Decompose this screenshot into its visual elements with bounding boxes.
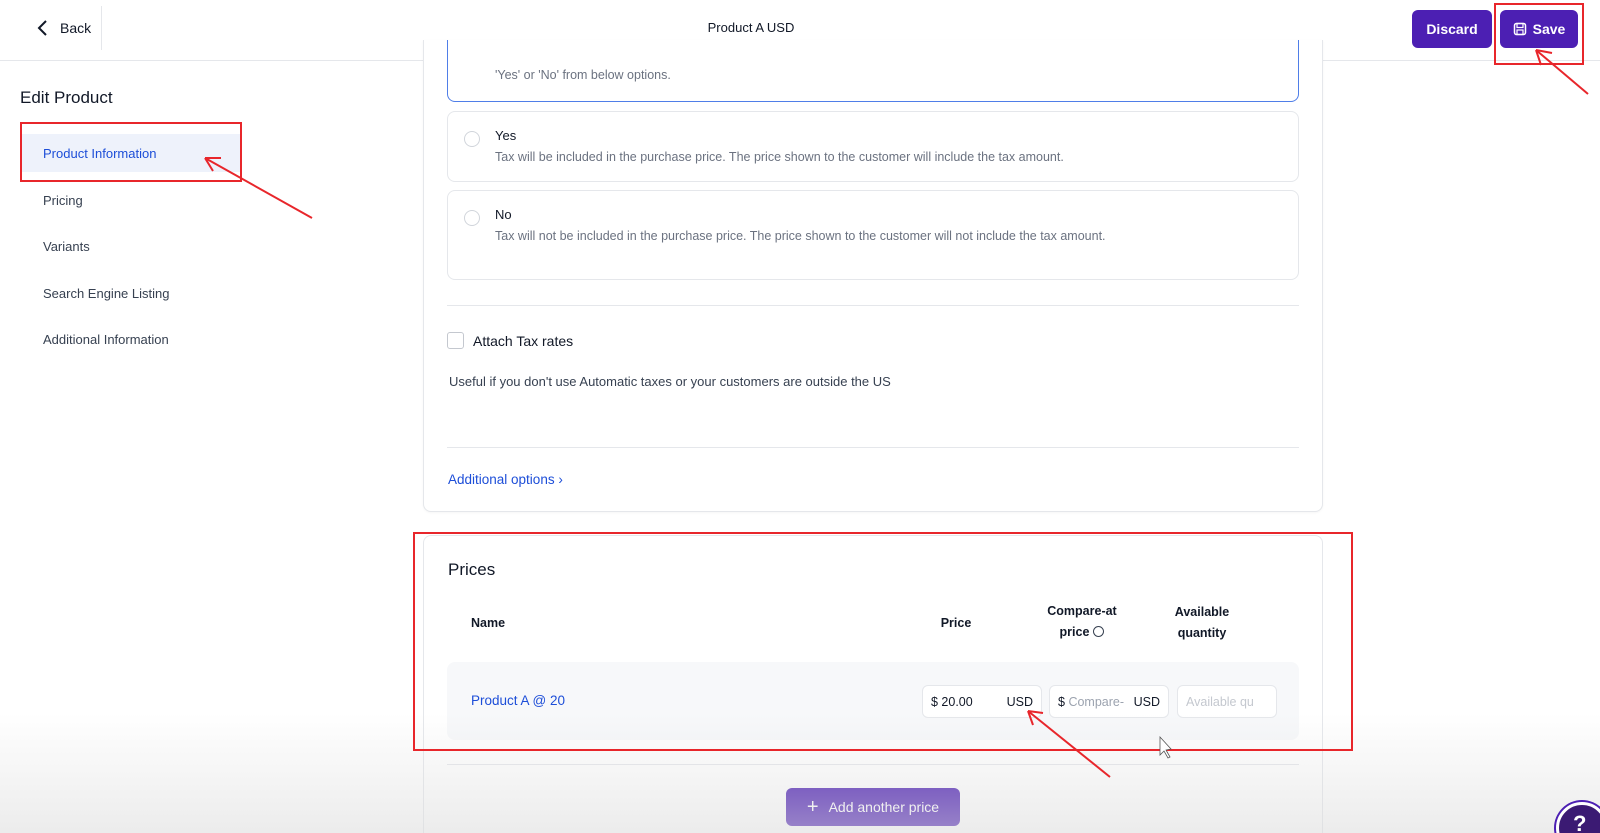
price-name-link[interactable]: Product A @ 20 [471,693,565,708]
divider [447,764,1299,765]
divider [447,305,1299,306]
add-price-label: Add another price [828,799,940,815]
compare-placeholder: Compare- [1068,694,1125,709]
tax-helper-text: Useful if you don't use Automatic taxes … [449,374,891,389]
plus-icon: + [806,795,819,818]
tax-question-box: 'Yes' or 'No' from below options. [447,40,1299,102]
price-value: $ 20.00 [931,694,973,709]
option-description: Tax will not be included in the purchase… [495,229,1106,243]
compare-header-line1: Compare-at [1047,604,1117,618]
column-header-price: Price [940,616,972,630]
sidebar-item-label: Variants [43,238,90,254]
save-label: Save [1532,21,1566,37]
save-icon [1513,22,1526,36]
info-icon[interactable] [1093,626,1105,638]
help-icon: ? [1573,811,1587,833]
column-header-quantity: Available quantity [1164,602,1240,644]
quantity-placeholder: Available qu [1186,694,1254,709]
save-button[interactable]: Save [1500,10,1578,48]
compare-header-line2: price [1059,625,1090,639]
tax-option-yes[interactable]: Yes Tax will be included in the purchase… [447,111,1299,182]
sidebar-item-label: Additional Information [43,331,169,347]
tax-question-text: 'Yes' or 'No' from below options. [495,68,671,82]
option-label: No [495,207,512,222]
attach-tax-label: Attach Tax rates [473,333,574,349]
radio-yes[interactable] [464,131,480,147]
additional-options-link[interactable]: Additional options › [448,472,563,487]
column-header-name: Name [471,616,506,630]
option-label: Yes [495,128,517,143]
chevron-right-icon: › [558,472,563,487]
sidebar-item-additional-information[interactable]: Additional Information [20,320,240,358]
page-title: Product A USD [707,20,795,35]
sidebar-item-label: Product Information [43,145,157,161]
quantity-input[interactable]: Available qu [1177,685,1277,718]
radio-no[interactable] [464,210,480,226]
table-row [447,662,1299,740]
discard-button[interactable]: Discard [1412,10,1492,48]
column-header-compare: Compare-at price [1036,601,1128,643]
qty-header-line2: quantity [1177,626,1227,640]
prices-title: Prices [448,560,496,579]
divider [447,447,1299,448]
sidebar-item-label: Pricing [43,192,83,208]
help-button[interactable]: ? [1556,802,1600,833]
sidebar-item-search-engine-listing[interactable]: Search Engine Listing [20,274,240,312]
sidebar-item-product-information[interactable]: Product Information [20,134,240,172]
option-description: Tax will be included in the purchase pri… [495,150,1064,164]
attach-tax-checkbox[interactable] [447,332,464,349]
tax-option-no[interactable]: No Tax will not be included in the purch… [447,190,1299,280]
compare-currency: USD [1133,694,1160,709]
price-currency: USD [1006,694,1033,709]
compare-price-input[interactable]: $ Compare- USD [1049,685,1169,718]
sidebar-item-pricing[interactable]: Pricing [20,181,240,219]
sidebar-title: Edit Product [20,88,113,107]
price-input[interactable]: $ 20.00 USD [922,685,1042,718]
qty-header-line1: Available [1174,605,1230,619]
additional-options-label: Additional options [448,472,555,487]
sidebar-item-label: Search Engine Listing [43,285,170,301]
sidebar-item-variants[interactable]: Variants [20,227,240,265]
compare-prefix: $ [1058,694,1065,709]
add-price-button[interactable]: + Add another price [786,788,960,826]
